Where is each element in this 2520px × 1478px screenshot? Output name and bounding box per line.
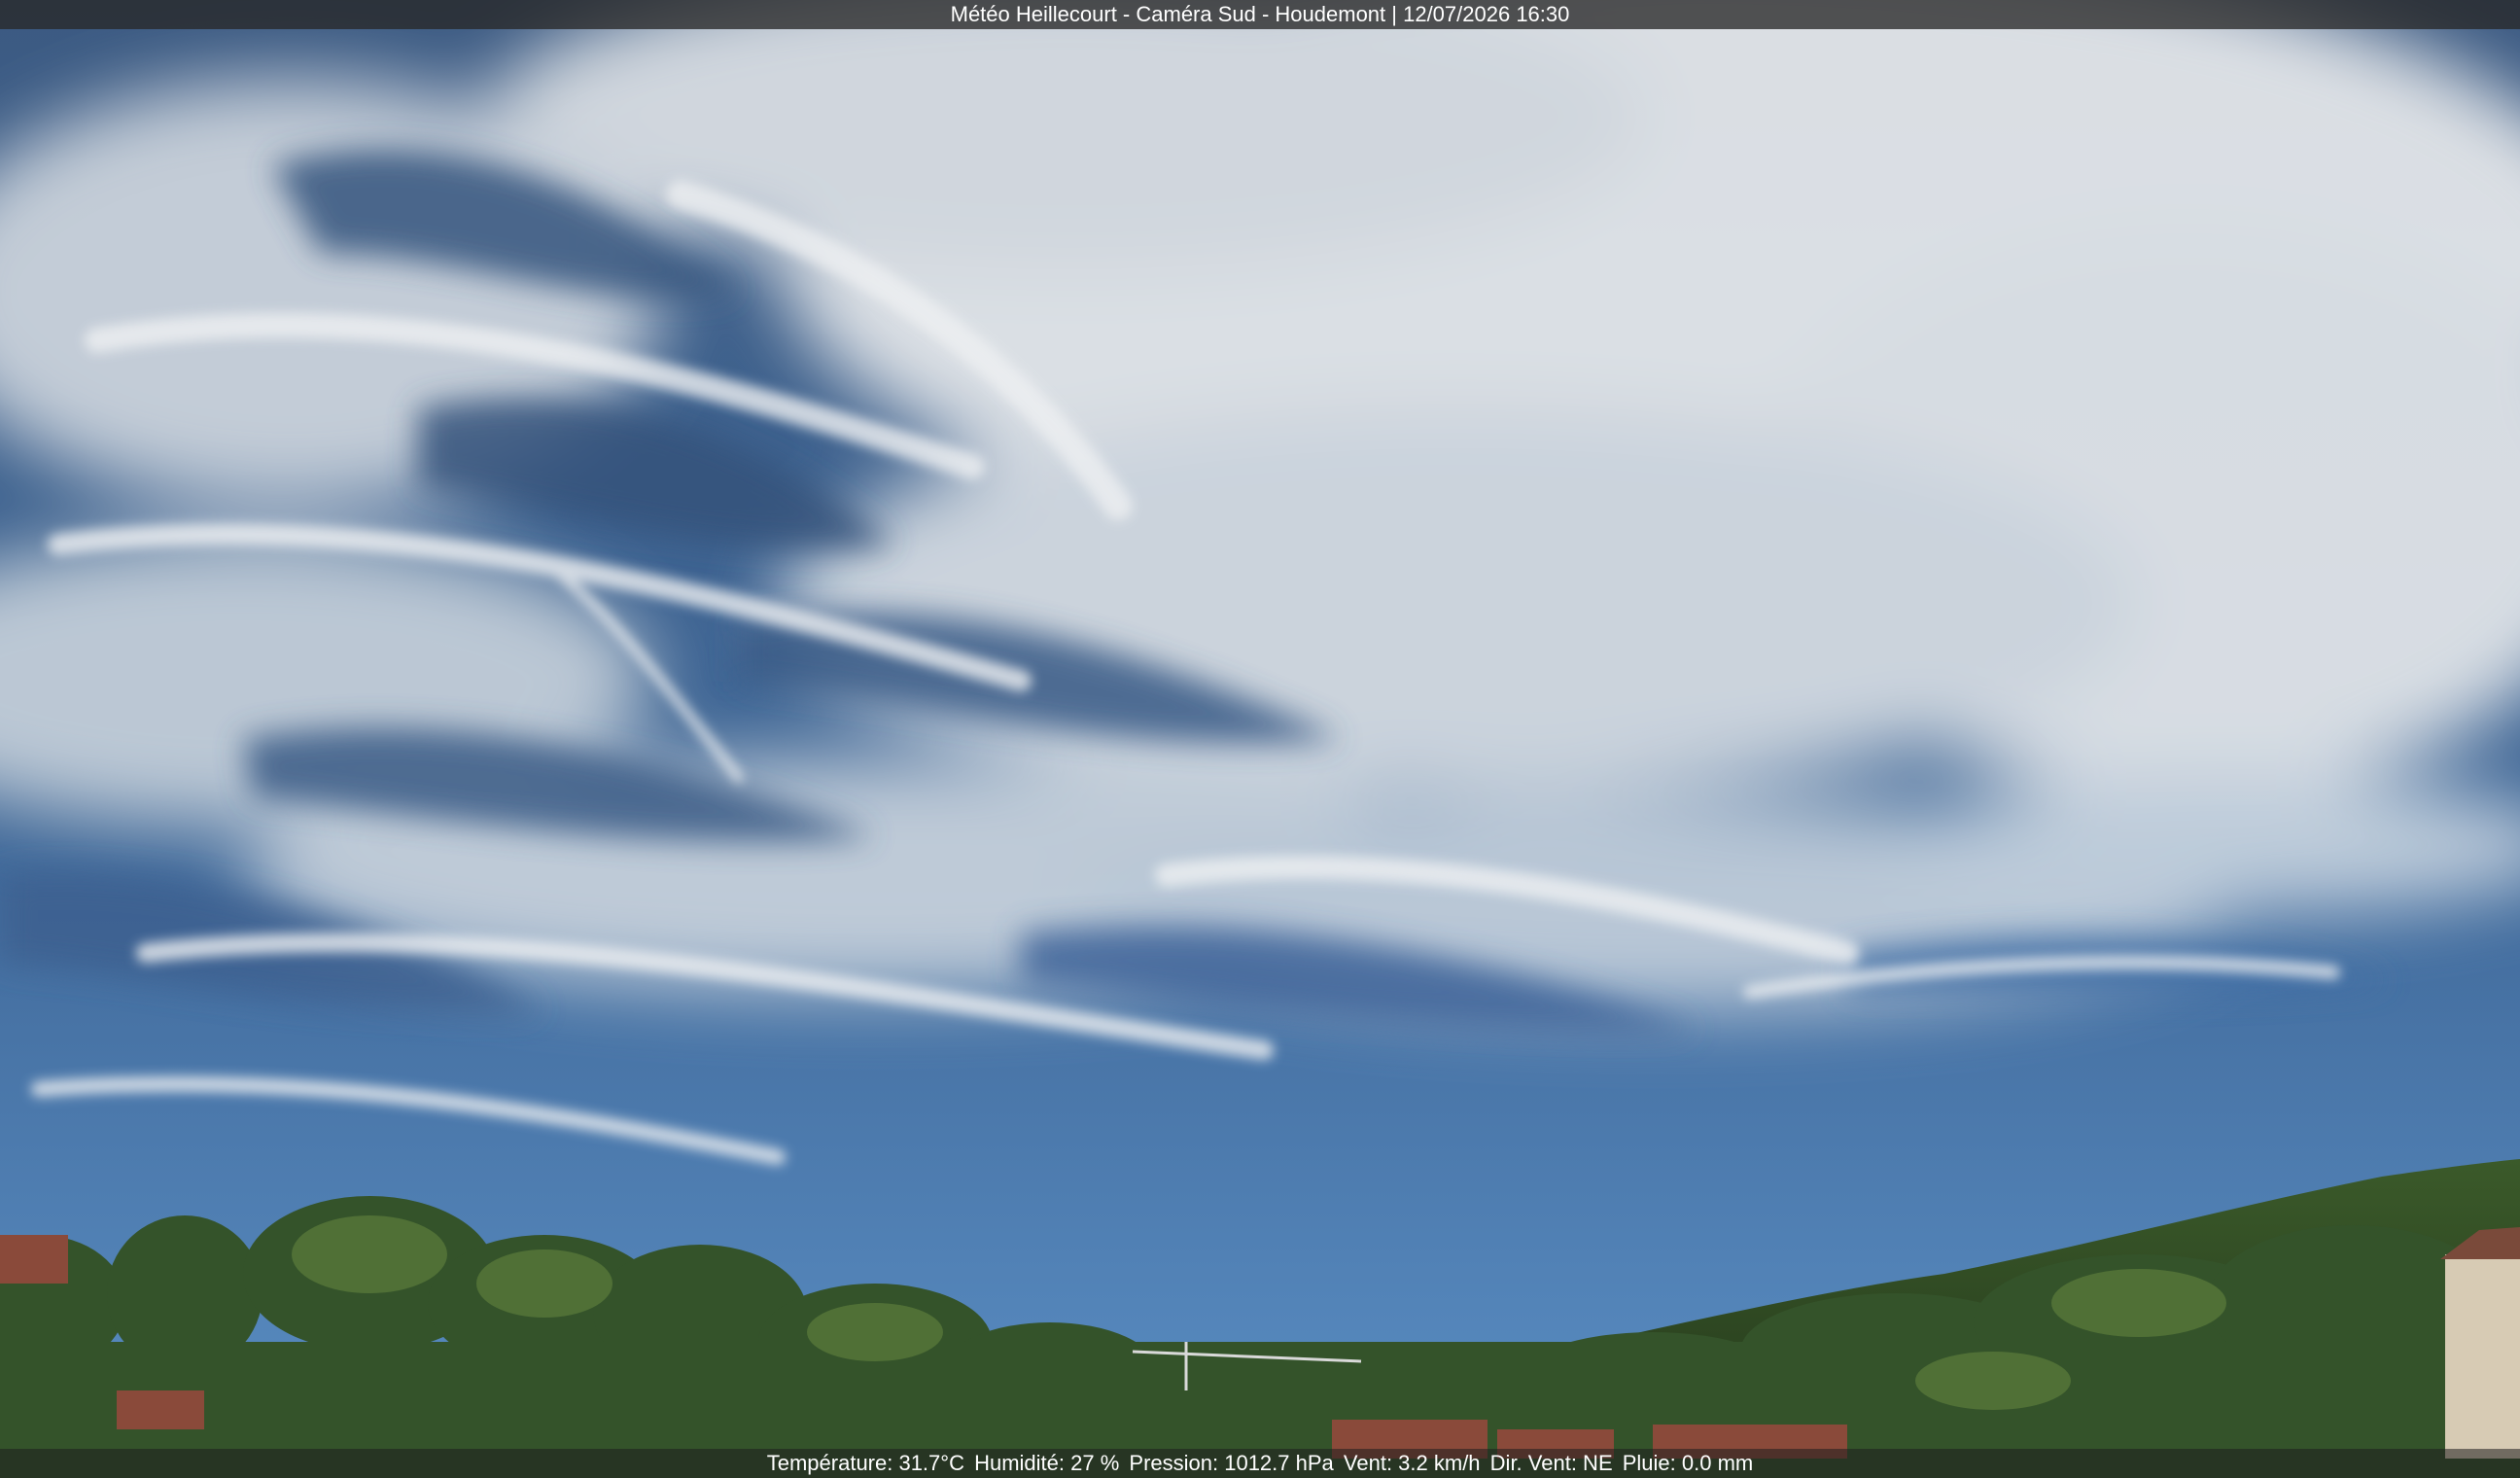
rain-readout: Pluie: 0.0 mm: [1622, 1451, 1754, 1475]
caption-bar: Météo Heillecourt - Caméra Sud - Houdemo…: [0, 0, 2520, 29]
building-right: [2445, 1254, 2520, 1459]
wind-speed-readout: Vent: 3.2 km/h: [1343, 1451, 1481, 1475]
caption-text: Météo Heillecourt - Caméra Sud - Houdemo…: [950, 2, 1570, 26]
webcam-image: [0, 0, 2520, 1478]
pressure-readout: Pression: 1012.7 hPa: [1129, 1451, 1334, 1475]
webcam-frame: Météo Heillecourt - Caméra Sud - Houdemo…: [0, 0, 2520, 1478]
humidity-readout: Humidité: 27 %: [974, 1451, 1120, 1475]
temperature-readout: Température: 31.7°C: [766, 1451, 964, 1475]
weather-readout-bar: Température: 31.7°C Humidité: 27 % Press…: [0, 1449, 2520, 1478]
wind-direction-readout: Dir. Vent: NE: [1489, 1451, 1613, 1475]
